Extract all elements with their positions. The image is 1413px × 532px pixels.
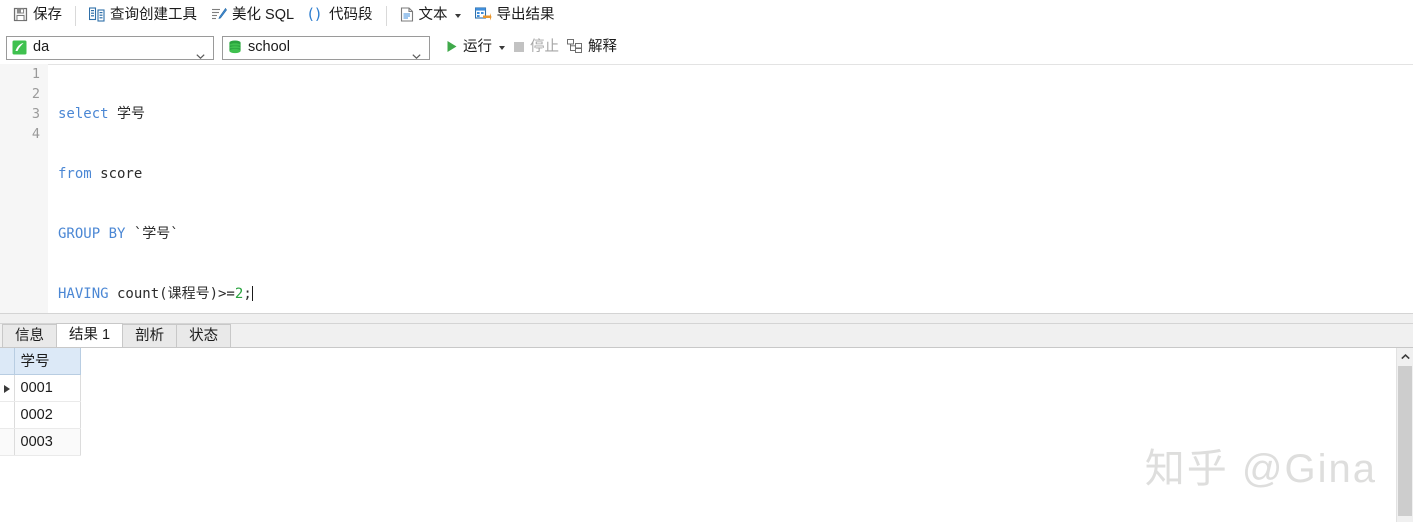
table-row[interactable]: 0001 — [0, 374, 81, 402]
chevron-down-icon[interactable] — [454, 13, 461, 18]
vertical-scrollbar[interactable] — [1396, 348, 1413, 522]
stop-icon — [513, 40, 525, 56]
tab-label: 结果 1 — [69, 327, 111, 344]
tab-label: 状态 — [189, 327, 219, 344]
sql-code-area[interactable]: select 学号 from score GROUP BY `学号` HAVIN… — [58, 64, 1413, 313]
sql-identifier: `学号` — [125, 226, 179, 242]
query-builder-button[interactable]: 查询创建工具 — [82, 4, 204, 28]
save-button-label: 保存 — [33, 7, 62, 24]
current-row-arrow-icon — [3, 384, 10, 393]
line-number: 1 — [31, 66, 40, 82]
sql-editor[interactable]: 1 2 3 4 select 学号 from score GROUP BY `学… — [0, 64, 1413, 313]
code-line: HAVING count(课程号)>=2; — [58, 284, 1413, 304]
explain-icon — [567, 39, 583, 56]
line-number: 3 — [31, 106, 40, 122]
tab-label: 信息 — [15, 327, 44, 344]
table-cell[interactable]: 0003 — [14, 428, 81, 456]
code-snippet-icon: ( ) — [308, 5, 324, 25]
query-builder-icon — [88, 6, 105, 25]
grid-header-row: 学号 — [0, 348, 81, 375]
chevron-down-icon[interactable] — [499, 45, 505, 50]
sql-identifier: score — [91, 166, 143, 182]
row-indicator-cell[interactable] — [0, 401, 15, 429]
play-icon — [446, 40, 458, 56]
sql-keyword: HAVING — [58, 286, 109, 302]
query-builder-label: 查询创建工具 — [110, 7, 197, 24]
sql-identifier: 学号 — [108, 106, 146, 122]
code-snippet-button[interactable]: ( ) 代码段 — [301, 4, 380, 28]
tab-label: 剖析 — [135, 327, 165, 344]
text-format-button[interactable]: 文本 — [393, 4, 468, 28]
execution-controls: 运行 停止 解释 — [442, 36, 621, 60]
row-indicator-cell[interactable] — [0, 428, 15, 456]
database-value: school — [248, 39, 290, 56]
scroll-up-button[interactable] — [1397, 348, 1413, 365]
run-button[interactable]: 运行 — [442, 36, 509, 60]
sql-punctuation: ; — [243, 286, 252, 302]
chevron-up-icon — [1400, 353, 1410, 359]
tab-profile[interactable]: 剖析 — [122, 324, 178, 347]
result-grid: 学号 0001 0002 0003 — [0, 348, 81, 456]
chevron-down-icon[interactable] — [412, 46, 421, 59]
sql-keyword: select — [58, 106, 109, 122]
connection-select[interactable]: da — [6, 35, 214, 60]
line-number: 4 — [31, 126, 40, 142]
horizontal-splitter[interactable] — [0, 313, 1413, 324]
main-toolbar: 保存 查询创建工具 美化 SQL () 代码段 文本 导出结果 — [0, 0, 1413, 31]
explain-button[interactable]: 解释 — [563, 36, 621, 60]
table-row[interactable]: 0003 — [0, 428, 81, 456]
export-result-icon — [474, 6, 492, 25]
stop-button-label: 停止 — [530, 39, 559, 56]
scrollbar-thumb[interactable] — [1398, 366, 1412, 516]
column-header[interactable]: 学号 — [14, 348, 81, 375]
save-button[interactable]: 保存 — [6, 4, 69, 28]
explain-button-label: 解释 — [588, 39, 617, 56]
sql-keyword: from — [58, 166, 92, 182]
svg-text:(: ( — [308, 6, 314, 22]
watermark: 知乎 @Gina — [1144, 447, 1377, 491]
export-result-button[interactable]: 导出结果 — [468, 4, 562, 28]
export-result-label: 导出结果 — [496, 7, 555, 24]
stop-button[interactable]: 停止 — [509, 36, 563, 60]
connection-bar: da school 运行 停止 解释 — [0, 31, 1413, 64]
row-indicator-cell[interactable] — [0, 374, 15, 402]
result-tabs: 信息 结果 1 剖析 状态 — [0, 323, 1413, 348]
table-row[interactable]: 0002 — [0, 401, 81, 429]
tab-status[interactable]: 状态 — [176, 324, 232, 347]
table-cell[interactable]: 0001 — [14, 374, 81, 402]
svg-text:): ) — [315, 6, 321, 22]
result-grid-container: 学号 0001 0002 0003 知乎 @Gina — [0, 348, 1413, 522]
sql-identifier: count(课程号)>= — [108, 286, 235, 302]
toolbar-separator-1 — [75, 5, 76, 26]
code-line: GROUP BY `学号` — [58, 224, 1413, 244]
code-line: from score — [58, 164, 1413, 184]
toolbar-separator-2 — [385, 5, 387, 26]
text-cursor — [251, 286, 253, 301]
database-icon — [228, 40, 242, 55]
connection-value: da — [33, 39, 50, 56]
beautify-sql-icon — [211, 7, 227, 25]
beautify-sql-label: 美化 SQL — [232, 7, 295, 24]
tab-info[interactable]: 信息 — [2, 324, 57, 347]
database-select[interactable]: school — [222, 35, 430, 60]
save-icon — [13, 7, 28, 25]
code-line: select 学号 — [58, 104, 1413, 124]
grid-corner-cell[interactable] — [0, 348, 15, 375]
sql-keyword: GROUP BY — [58, 226, 126, 242]
line-number-gutter: 1 2 3 4 — [0, 64, 48, 313]
chevron-down-icon[interactable] — [196, 46, 205, 59]
text-format-label: 文本 — [418, 7, 448, 24]
tab-result-1[interactable]: 结果 1 — [56, 323, 124, 347]
run-button-label: 运行 — [463, 39, 492, 56]
text-icon — [400, 6, 414, 25]
table-cell[interactable]: 0002 — [14, 401, 81, 429]
connection-icon — [12, 40, 27, 55]
line-number: 2 — [31, 86, 40, 102]
beautify-sql-button[interactable]: 美化 SQL — [204, 4, 301, 28]
code-snippet-label: 代码段 — [329, 7, 373, 24]
